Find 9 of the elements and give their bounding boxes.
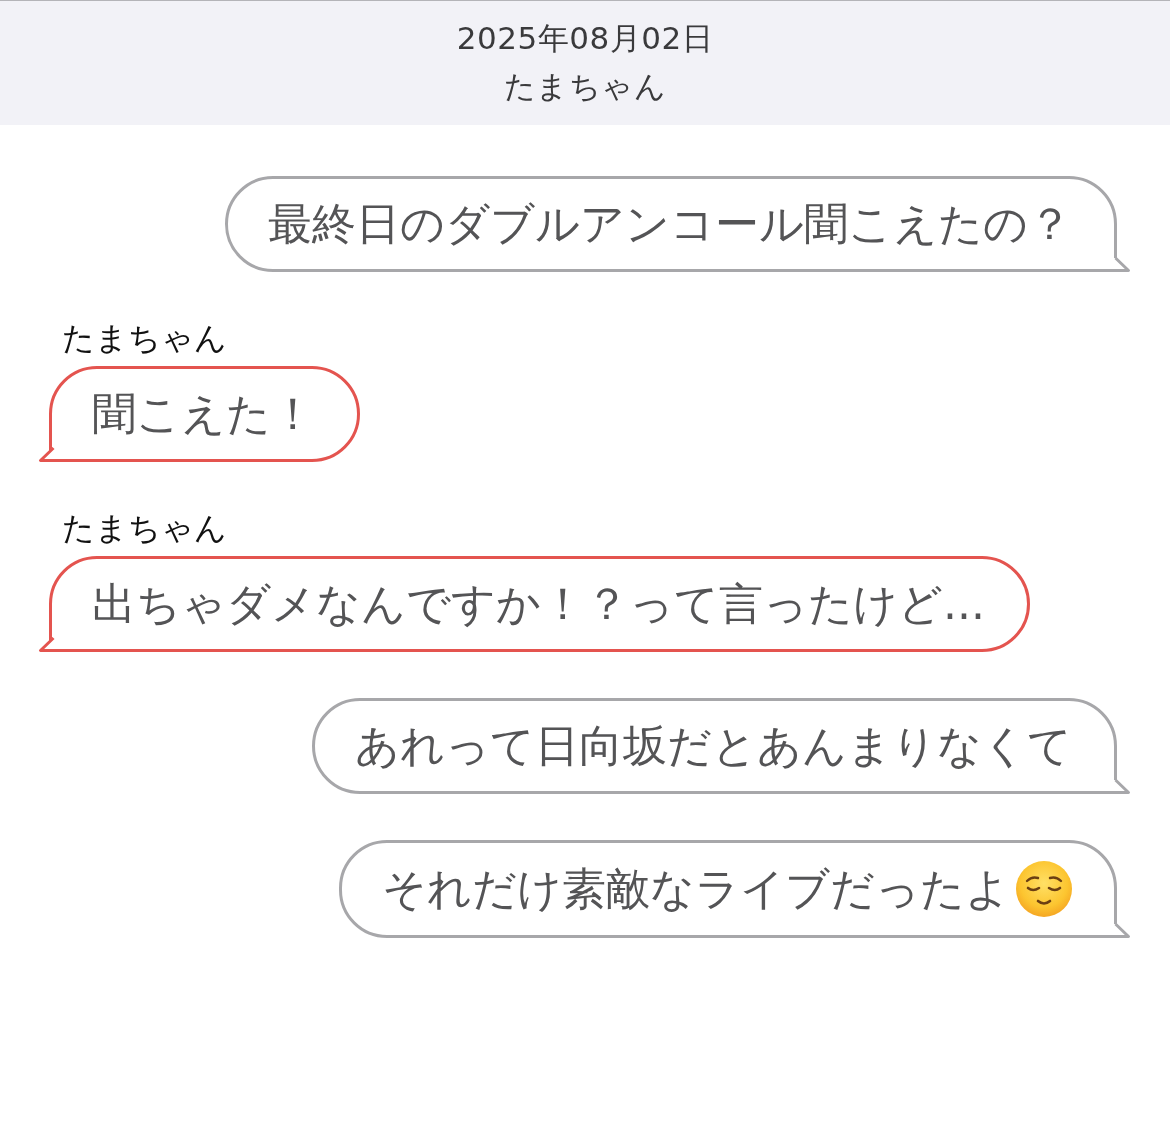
- message-text: 聞こえた！: [92, 387, 315, 441]
- message-text: あれって日向坂だとあんまりなくて: [355, 719, 1072, 773]
- sender-name: たまちゃん: [62, 508, 227, 548]
- date-label: 2025年08月02日: [456, 19, 714, 58]
- message-text: それだけ素敵なライブだったよ: [382, 862, 1010, 916]
- contact-name: たまちゃん: [503, 67, 667, 106]
- sender-name: たまちゃん: [62, 318, 227, 358]
- message-text: 最終日のダブルアンコール聞こえたの？: [268, 197, 1072, 251]
- message-text: 出ちゃダメなんですか！？って言ったけど...: [92, 577, 985, 631]
